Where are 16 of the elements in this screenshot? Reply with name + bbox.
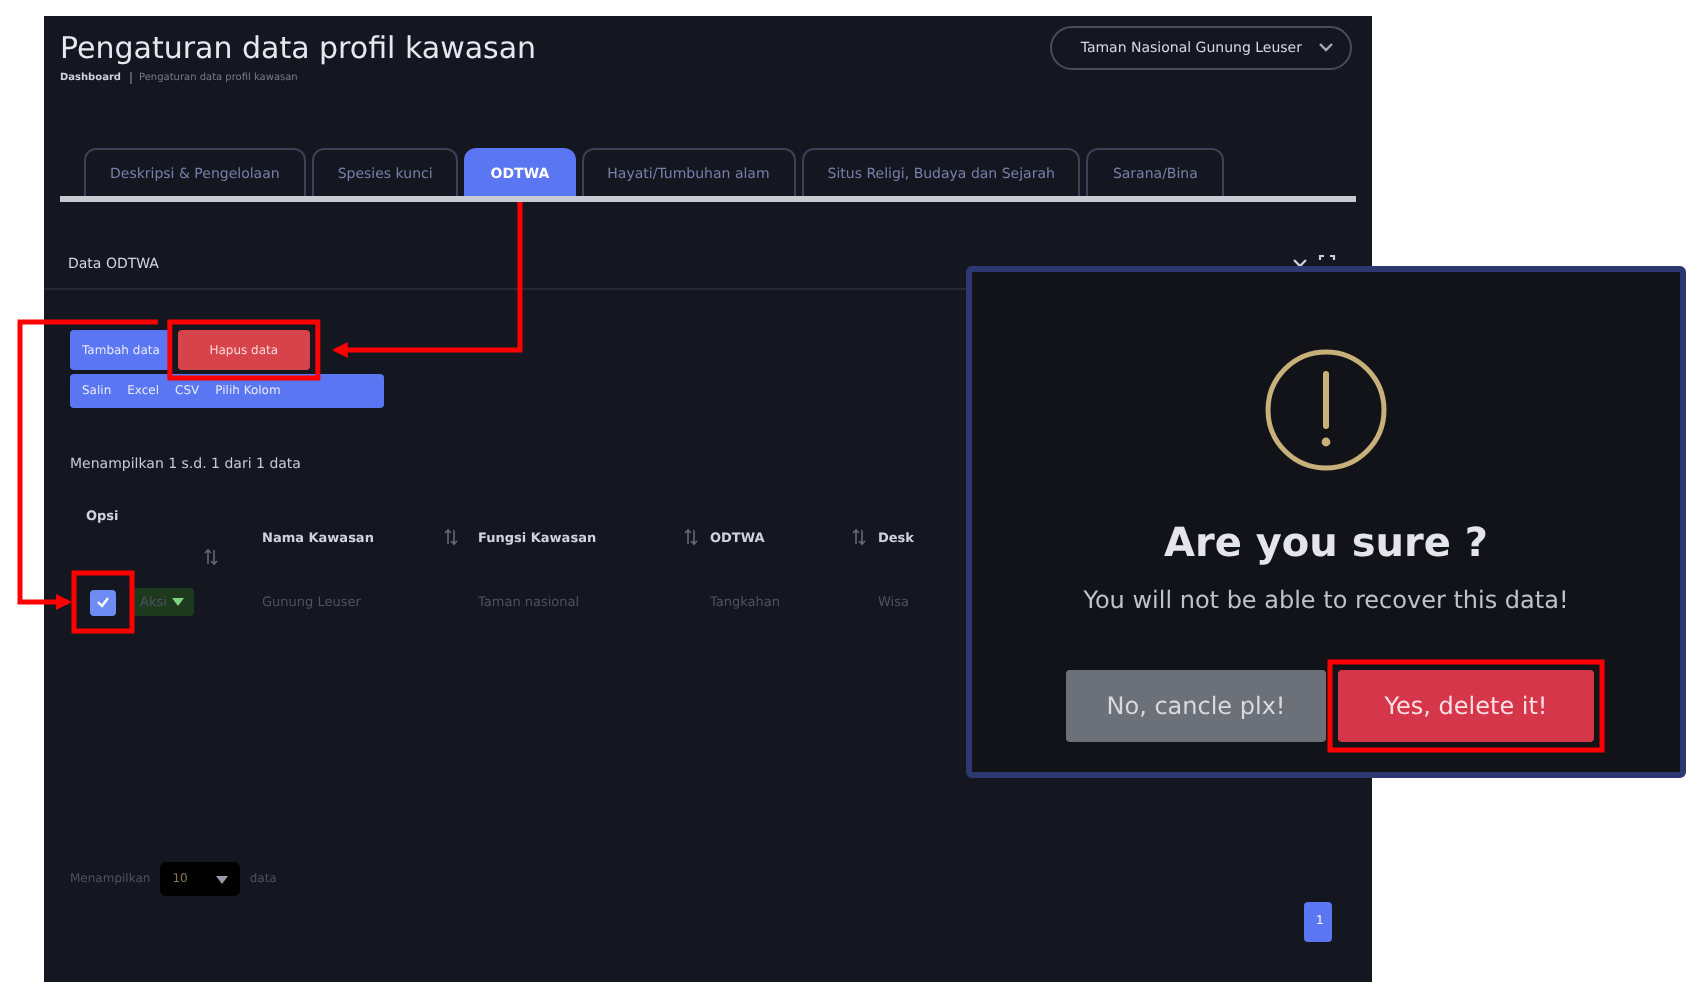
checkbox[interactable] xyxy=(90,589,116,615)
sort-icon xyxy=(684,528,698,546)
sort-icon xyxy=(444,528,458,546)
warning-icon xyxy=(1262,346,1390,474)
sort-icon xyxy=(204,548,218,566)
caret-icon xyxy=(172,598,185,606)
checkmark-icon xyxy=(96,596,110,608)
caret-icon xyxy=(1318,42,1334,54)
caret-icon xyxy=(215,875,228,883)
delete-button[interactable]: Yes, delete it! xyxy=(1338,670,1594,742)
dialog-title: Are you sure ? xyxy=(1164,518,1488,566)
page-title: Pengaturan data profil kawasan xyxy=(60,30,537,66)
annotation-box xyxy=(71,570,135,634)
sort-icon xyxy=(852,528,866,546)
dialog-message: You will not be able to recover this data! xyxy=(1083,586,1569,614)
cancel-button[interactable]: No, cancle plx! xyxy=(1066,670,1326,742)
